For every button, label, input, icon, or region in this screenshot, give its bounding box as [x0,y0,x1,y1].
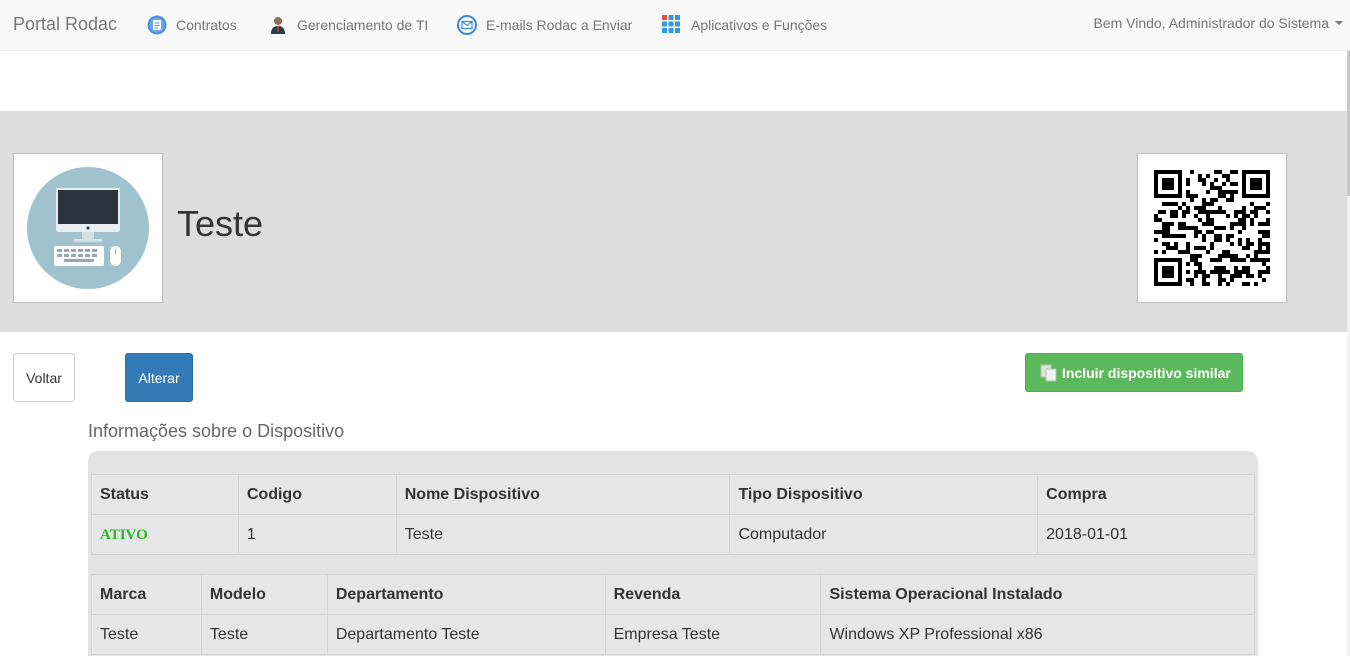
table-cell: Departamento Teste [326,614,606,655]
brand-link[interactable]: Portal Rodac [13,14,117,35]
nav-item-aplicativos[interactable]: Aplicativos e Funções [662,15,827,35]
device-title: Teste [177,203,264,244]
table-cell: Computador [729,514,1039,555]
column-header: Nome Dispositivo [395,474,731,515]
admin-user-icon [268,15,288,35]
add-similar-label: Incluir dispositivo similar [1062,364,1231,381]
caret-down-icon [1335,21,1343,25]
nav-label: Contratos [176,17,237,33]
add-similar-device-button[interactable]: Incluir dispositivo similar [1025,353,1243,392]
table-cell: 2018-01-01 [1037,514,1255,555]
back-button[interactable]: Voltar [13,353,75,402]
column-header: Sistema Operacional Instalado [820,574,1255,615]
nav-label: Gerenciamento de TI [297,17,429,33]
column-header: Revenda [604,574,822,615]
column-header: Modelo [200,574,328,615]
duplicate-icon [1040,364,1058,382]
nav-item-gerenciamento-ti[interactable]: Gerenciamento de TI [268,15,428,35]
table-row: ATIVO 1 Teste Computador 2018-01-01 [91,514,1255,555]
column-header: Departamento [326,574,606,615]
device-info-table: Status Codigo Nome Dispositivo Tipo Disp… [91,474,1255,555]
nav-label: E-mails Rodac a Enviar [486,17,633,33]
nav-label: Aplicativos e Funções [691,17,828,33]
email-icon [457,15,477,35]
contract-icon [147,15,167,35]
nav-item-contratos[interactable]: Contratos [147,15,237,35]
status-badge: ATIVO [100,526,148,543]
table-row: Teste Teste Departamento Teste Empresa T… [91,614,1255,655]
table-cell: Teste [91,614,202,655]
user-menu-label: Bem Vindo, Administrador do Sistema [1093,15,1329,31]
column-header: Compra [1037,474,1255,515]
device-details-table: Marca Modelo Departamento Revenda Sistem… [91,574,1255,655]
table-header-row: Status Codigo Nome Dispositivo Tipo Disp… [91,474,1255,515]
table-cell: Empresa Teste [604,614,822,655]
edit-button[interactable]: Alterar [125,353,193,402]
computer-icon [27,167,149,289]
column-header: Marca [91,574,202,615]
top-navbar: Portal Rodac Contratos Gerenciamento de … [0,0,1350,51]
nav-item-emails[interactable]: E-mails Rodac a Enviar [457,15,632,35]
apps-grid-icon [662,15,682,35]
qr-code-icon [1154,170,1270,286]
column-header: Codigo [237,474,397,515]
table-cell: Teste [395,514,731,555]
user-menu-dropdown[interactable]: Bem Vindo, Administrador do Sistema [1093,15,1343,31]
device-header: Teste [0,111,1347,332]
table-cell: 1 [237,514,397,555]
column-header: Tipo Dispositivo [729,474,1039,515]
device-image [13,153,163,303]
table-cell: ATIVO [91,514,239,555]
section-title: Informações sobre o Dispositivo [88,421,345,441]
table-header-row: Marca Modelo Departamento Revenda Sistem… [91,574,1255,615]
table-cell: Windows XP Professional x86 [820,614,1255,655]
table-cell: Teste [200,614,328,655]
qr-code [1137,153,1287,303]
column-header: Status [91,474,239,515]
